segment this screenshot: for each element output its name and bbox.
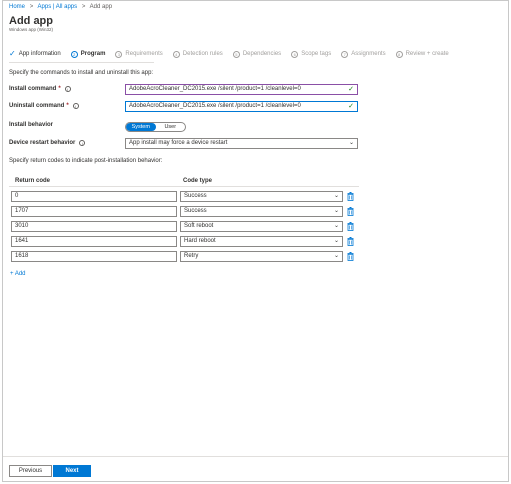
- required-marker: *: [58, 86, 61, 92]
- chevron-down-icon: ⌄: [333, 208, 339, 214]
- wizard-divider: [9, 62, 154, 63]
- uninstall-command-label-text: Uninstall command: [9, 103, 65, 109]
- uninstall-command-label: Uninstall command * i: [9, 103, 79, 109]
- step-label: Dependencies: [242, 51, 282, 57]
- commands-intro: Specify the commands to install and unin…: [9, 70, 154, 76]
- return-code-input[interactable]: 0: [11, 191, 177, 202]
- trash-icon[interactable]: [347, 237, 354, 246]
- code-type-dropdown[interactable]: Success ⌄: [180, 191, 343, 202]
- step-number-icon: 4: [172, 50, 180, 58]
- return-code-input[interactable]: 1641: [11, 236, 177, 247]
- install-behavior-toggle[interactable]: System User: [125, 122, 186, 132]
- trash-icon[interactable]: [347, 207, 354, 216]
- check-icon: ✓: [9, 49, 16, 58]
- code-type-value: Hard reboot: [184, 238, 216, 244]
- add-return-code-link[interactable]: + Add: [10, 271, 26, 277]
- info-icon[interactable]: i: [64, 86, 71, 92]
- breadcrumb-apps[interactable]: Apps | All apps: [38, 4, 78, 10]
- device-restart-label-text: Device restart behavior: [9, 140, 76, 146]
- breadcrumb-separator: >: [81, 4, 86, 10]
- install-command-label: Install command * i: [9, 86, 71, 92]
- code-type-value: Retry: [184, 253, 199, 259]
- breadcrumb-current: Add app: [89, 4, 113, 10]
- code-type-header: Code type: [183, 178, 213, 184]
- step-label: Requirements: [125, 51, 163, 57]
- install-command-input[interactable]: AdobeAcroCleaner_DC2015.exe /silent /pro…: [125, 84, 358, 95]
- install-behavior-label-text: Install behavior: [9, 122, 54, 128]
- add-app-blade: Home > Apps | All apps > Add app Add app…: [2, 0, 509, 482]
- step-assignments[interactable]: 7 Assignments: [341, 50, 386, 58]
- code-type-dropdown[interactable]: Hard reboot ⌄: [180, 236, 343, 247]
- uninstall-command-value: AdobeAcroCleaner_DC2015.exe /silent /pro…: [129, 103, 301, 109]
- trash-icon[interactable]: [347, 222, 354, 231]
- step-review-create[interactable]: 8 Review + create: [395, 50, 449, 58]
- step-number-icon: 6: [291, 50, 299, 58]
- breadcrumb: Home > Apps | All apps > Add app: [9, 4, 112, 10]
- check-icon: ✓: [348, 103, 354, 110]
- step-number-icon: 5: [232, 50, 240, 58]
- device-restart-label: Device restart behavior i: [9, 140, 86, 146]
- step-scope-tags[interactable]: 6 Scope tags: [291, 50, 332, 58]
- return-code-input[interactable]: 1618: [11, 251, 177, 262]
- step-number-icon: 2: [70, 50, 78, 58]
- step-label: Assignments: [351, 51, 386, 57]
- return-code-input[interactable]: 3010: [11, 221, 177, 232]
- info-icon[interactable]: i: [79, 140, 86, 146]
- step-requirements[interactable]: 3 Requirements: [115, 50, 163, 58]
- return-code-input[interactable]: 1707: [11, 206, 177, 217]
- breadcrumb-separator: >: [29, 4, 34, 10]
- chevron-down-icon: ⌄: [333, 193, 339, 199]
- return-code-header: Return code: [15, 178, 51, 184]
- step-label: Review + create: [405, 51, 449, 57]
- chevron-down-icon: ⌄: [333, 253, 339, 259]
- code-type-dropdown[interactable]: Retry ⌄: [180, 251, 343, 262]
- chevron-down-icon: ⌄: [333, 223, 339, 229]
- step-app-information[interactable]: ✓ App information: [9, 50, 61, 58]
- chevron-down-icon: ⌄: [348, 140, 354, 146]
- step-number-icon: 8: [395, 50, 403, 58]
- device-restart-value: App install may force a device restart: [129, 140, 228, 146]
- install-command-value: AdobeAcroCleaner_DC2015.exe /silent /pro…: [129, 86, 301, 92]
- step-label: App information: [18, 51, 61, 57]
- step-label: Program: [80, 51, 106, 57]
- step-label: Scope tags: [301, 51, 332, 57]
- step-number-icon: 7: [341, 50, 349, 58]
- check-icon: ✓: [348, 86, 354, 93]
- breadcrumb-home[interactable]: Home: [9, 4, 25, 10]
- trash-icon[interactable]: [347, 252, 354, 261]
- table-header-divider: [9, 186, 359, 187]
- code-type-dropdown[interactable]: Success ⌄: [180, 206, 343, 217]
- wizard-steps: ✓ App information 2 Program 3 Requiremen…: [9, 48, 459, 60]
- step-program[interactable]: 2 Program: [70, 50, 106, 58]
- device-restart-dropdown[interactable]: App install may force a device restart ⌄: [125, 138, 358, 149]
- info-icon[interactable]: i: [72, 103, 79, 109]
- step-label: Detection rules: [182, 51, 223, 57]
- step-number-icon: 3: [115, 50, 123, 58]
- previous-button[interactable]: Previous: [9, 465, 52, 477]
- step-dependencies[interactable]: 5 Dependencies: [232, 50, 282, 58]
- code-type-value: Success: [184, 208, 207, 214]
- code-type-value: Success: [184, 193, 207, 199]
- chevron-down-icon: ⌄: [333, 238, 339, 244]
- behavior-option-system[interactable]: System: [126, 123, 156, 131]
- return-codes-intro: Specify return codes to indicate post-in…: [9, 158, 163, 164]
- uninstall-command-input[interactable]: AdobeAcroCleaner_DC2015.exe /silent /pro…: [125, 101, 358, 112]
- behavior-option-user[interactable]: User: [156, 123, 186, 131]
- code-type-value: Soft reboot: [184, 223, 214, 229]
- step-detection-rules[interactable]: 4 Detection rules: [172, 50, 223, 58]
- trash-icon[interactable]: [347, 192, 354, 201]
- footer-divider: [3, 456, 508, 457]
- install-command-label-text: Install command: [9, 86, 57, 92]
- next-button[interactable]: Next: [53, 465, 91, 477]
- install-behavior-label: Install behavior: [9, 122, 53, 128]
- code-type-dropdown[interactable]: Soft reboot ⌄: [180, 221, 343, 232]
- required-marker: *: [66, 103, 69, 109]
- page-subtitle: Windows app (Win32): [9, 27, 54, 32]
- page-title: Add app: [9, 15, 53, 27]
